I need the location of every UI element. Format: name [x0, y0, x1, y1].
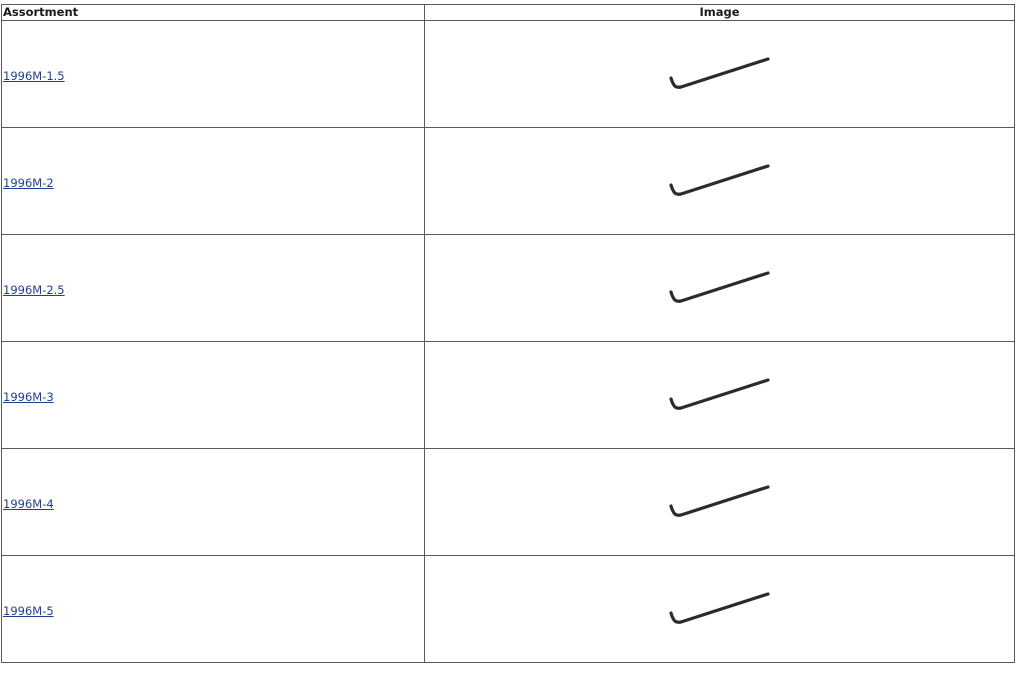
assortment-link[interactable]: 1996M-1.5 [3, 69, 65, 83]
hex-key-icon [668, 271, 770, 303]
hex-key-icon [668, 57, 770, 89]
image-cell [424, 127, 1015, 235]
assortment-link[interactable]: 1996M-2.5 [3, 283, 65, 297]
table-row: 1996M-4 [1, 448, 1015, 556]
image-cell [424, 20, 1015, 128]
image-cell [424, 555, 1015, 663]
image-cell [424, 448, 1015, 556]
hex-key-icon [668, 592, 770, 624]
assortment-link[interactable]: 1996M-2 [3, 176, 54, 190]
hex-key-icon [668, 378, 770, 410]
image-cell [424, 234, 1015, 342]
table-row: 1996M-1.5 [1, 20, 1015, 128]
assortment-link[interactable]: 1996M-5 [3, 604, 54, 618]
table-row: 1996M-5 [1, 555, 1015, 663]
table-row: 1996M-2.5 [1, 234, 1015, 342]
assortment-link[interactable]: 1996M-3 [3, 390, 54, 404]
assortment-cell: 1996M-1.5 [1, 20, 425, 128]
hex-key-icon [668, 164, 770, 196]
hex-key-icon [668, 485, 770, 517]
assortment-cell: 1996M-3 [1, 341, 425, 449]
assortment-cell: 1996M-2 [1, 127, 425, 235]
assortment-cell: 1996M-5 [1, 555, 425, 663]
assortment-cell: 1996M-2.5 [1, 234, 425, 342]
assortment-cell: 1996M-4 [1, 448, 425, 556]
assortment-column-header: Assortment [1, 4, 425, 21]
assortment-table: Assortment Image 1996M-1.5 1996M-2 1996M… [1, 4, 1015, 663]
table-header-row: Assortment Image [1, 4, 1015, 21]
image-cell [424, 341, 1015, 449]
table-row: 1996M-3 [1, 341, 1015, 449]
assortment-link[interactable]: 1996M-4 [3, 497, 54, 511]
image-column-header: Image [424, 4, 1015, 21]
table-row: 1996M-2 [1, 127, 1015, 235]
